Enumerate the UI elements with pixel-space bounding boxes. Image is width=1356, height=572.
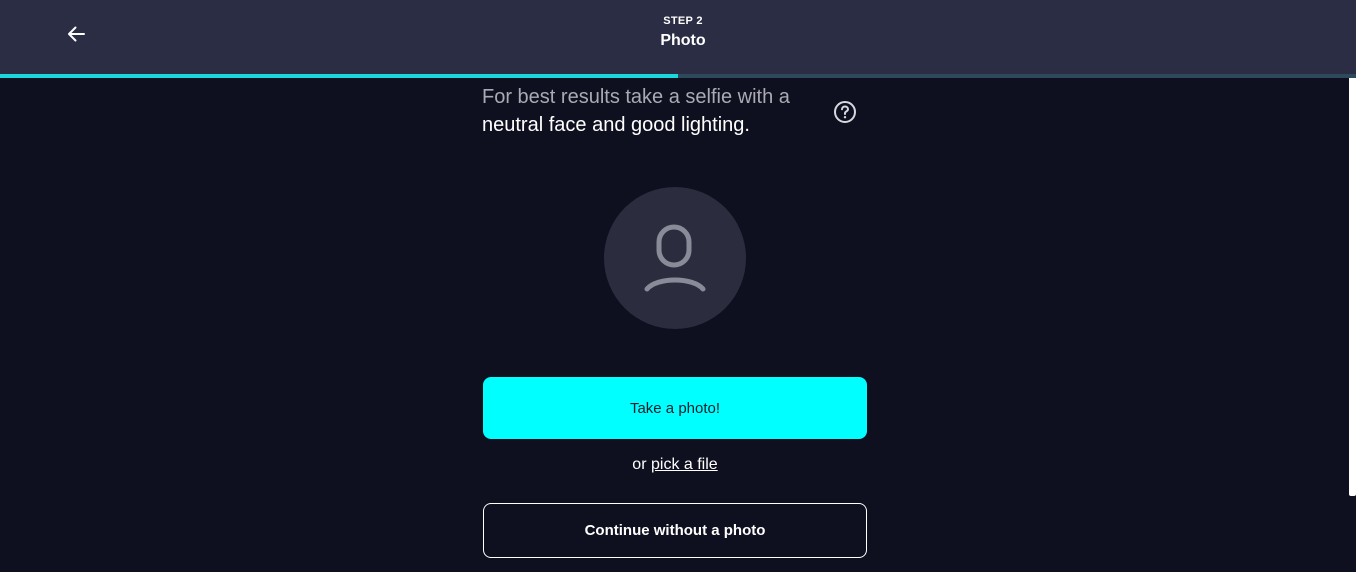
pick-file-link[interactable]: pick a file: [651, 456, 718, 473]
take-photo-button[interactable]: Take a photo!: [483, 377, 867, 439]
step-label: STEP 2: [663, 15, 703, 27]
avatar-placeholder: [604, 187, 746, 329]
pick-file-row: or pick a file: [483, 456, 867, 474]
header-bar: STEP 2 Photo: [0, 0, 1356, 74]
question-circle-icon: [834, 101, 856, 123]
continue-without-photo-button[interactable]: Continue without a photo: [483, 503, 867, 558]
help-button[interactable]: [833, 100, 857, 124]
instructions-muted: For best results take a selfie with a: [482, 86, 790, 108]
photo-step-page: STEP 2 Photo For best results take a sel…: [0, 0, 1356, 572]
progress-bar-fill: [0, 74, 678, 78]
or-text: or: [632, 456, 647, 473]
instructions-text: For best results take a selfie with a ne…: [482, 83, 832, 139]
page-title: Photo: [660, 32, 706, 49]
progress-bar: [0, 74, 1356, 78]
user-placeholder-icon: [644, 224, 706, 292]
scrollbar[interactable]: [1349, 78, 1356, 496]
instructions-strong: neutral face and good lighting.: [482, 114, 750, 136]
